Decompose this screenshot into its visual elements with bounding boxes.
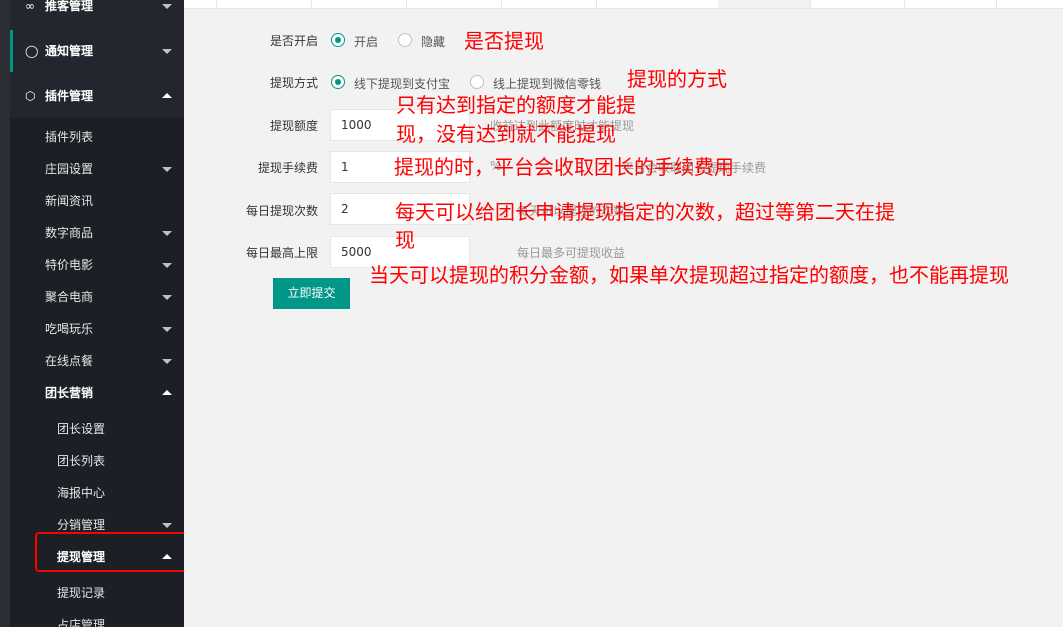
method-offline-radio[interactable]: [331, 75, 345, 89]
chevron-down-icon: [162, 231, 172, 236]
enabled-off-radio[interactable]: [398, 33, 412, 47]
method-online-radio[interactable]: [470, 75, 484, 89]
sidebar-item-plugins[interactable]: ⬡ 插件管理: [10, 80, 184, 112]
chevron-down-icon: [162, 295, 172, 300]
method-label: 提现方式: [269, 76, 318, 90]
chevron-down-icon: [162, 327, 172, 332]
tab-separator: [501, 0, 502, 8]
left-gutter: [0, 0, 10, 627]
sidebar-item-poster-center[interactable]: 海报中心: [10, 477, 184, 509]
annotation-amount-2: 现，没有达到就不能提现: [396, 122, 616, 146]
enabled-on-text: 开启: [354, 35, 379, 49]
annotation-enabled: 是否提现: [464, 29, 544, 53]
annotation-count-1: 每天可以给团长申请提现指定的次数，超过等第二天在提: [395, 200, 895, 224]
sidebar-item-notice[interactable]: ◯ 通知管理: [10, 35, 184, 67]
tab-separator: [406, 0, 407, 8]
annotation-count-2: 现: [395, 228, 415, 252]
tab-strip: [184, 0, 1063, 9]
sidebar-item-leader-settings[interactable]: 团长设置: [10, 413, 184, 445]
sidebar-item-store-manage[interactable]: 占店管理: [10, 609, 184, 627]
annotation-fee: 提现的时，平台会收取团长的手续费用: [394, 155, 734, 179]
chevron-up-icon: [162, 93, 172, 98]
chevron-down-icon: [162, 523, 172, 528]
annotation-amount-1: 只有达到指定的额度才能提: [396, 93, 636, 117]
daily-max-label: 每日最高上限: [245, 246, 318, 260]
chevron-down-icon: [162, 49, 172, 54]
amount-label: 提现额度: [269, 119, 318, 133]
tab-separator: [904, 0, 905, 8]
enabled-off-text: 隐藏: [421, 35, 446, 49]
chevron-up-icon: [162, 390, 172, 395]
sidebar-item-digital[interactable]: 数字商品: [10, 217, 184, 249]
chevron-down-icon: [162, 359, 172, 364]
sidebar-item-leader-marketing[interactable]: 团长营销: [10, 377, 184, 409]
sidebar-item-leader-list[interactable]: 团长列表: [10, 445, 184, 477]
daily-max-hint: 每日最多可提现收益: [517, 246, 626, 260]
sidebar-item-plugin-list[interactable]: 插件列表: [10, 121, 184, 153]
sidebar: ∞ 推客管理 ◯ 通知管理 ⬡ 插件管理 插件列表 庄园设置 新闻资讯 数字商品…: [10, 0, 184, 627]
highlight-box: [35, 532, 184, 572]
daily-count-label: 每日提现次数: [245, 204, 318, 218]
enabled-label: 是否开启: [269, 34, 318, 48]
bell-icon: ◯: [25, 44, 39, 58]
annotation-method: 提现的方式: [627, 67, 727, 91]
chevron-down-icon: [162, 4, 172, 9]
enabled-on-radio[interactable]: [331, 33, 345, 47]
plugin-icon: ⬡: [25, 89, 36, 103]
fee-label: 提现手续费: [257, 161, 318, 175]
tab-active[interactable]: [718, 0, 810, 8]
sidebar-item-tuike[interactable]: ∞ 推客管理: [10, 0, 184, 22]
sidebar-item-food-fun[interactable]: 吃喝玩乐: [10, 313, 184, 345]
sidebar-item-movies[interactable]: 特价电影: [10, 249, 184, 281]
tab-separator: [810, 0, 811, 8]
tab-separator: [596, 0, 597, 8]
annotation-max: 当天可以提现的积分金额，如果单次提现超过指定的额度，也不能再提现: [369, 263, 1009, 287]
tab-separator: [996, 0, 997, 8]
sidebar-item-ordering[interactable]: 在线点餐: [10, 345, 184, 377]
chevron-down-icon: [162, 167, 172, 172]
sidebar-item-news[interactable]: 新闻资讯: [10, 185, 184, 217]
tab-separator: [216, 0, 217, 8]
submit-button[interactable]: 立即提交: [273, 278, 350, 309]
share-icon: ∞: [25, 0, 35, 13]
sidebar-item-manor[interactable]: 庄园设置: [10, 153, 184, 185]
sidebar-item-withdraw-records[interactable]: 提现记录: [10, 577, 184, 609]
tab-separator: [311, 0, 312, 8]
chevron-down-icon: [162, 263, 172, 268]
sidebar-item-ecommerce[interactable]: 聚合电商: [10, 281, 184, 313]
